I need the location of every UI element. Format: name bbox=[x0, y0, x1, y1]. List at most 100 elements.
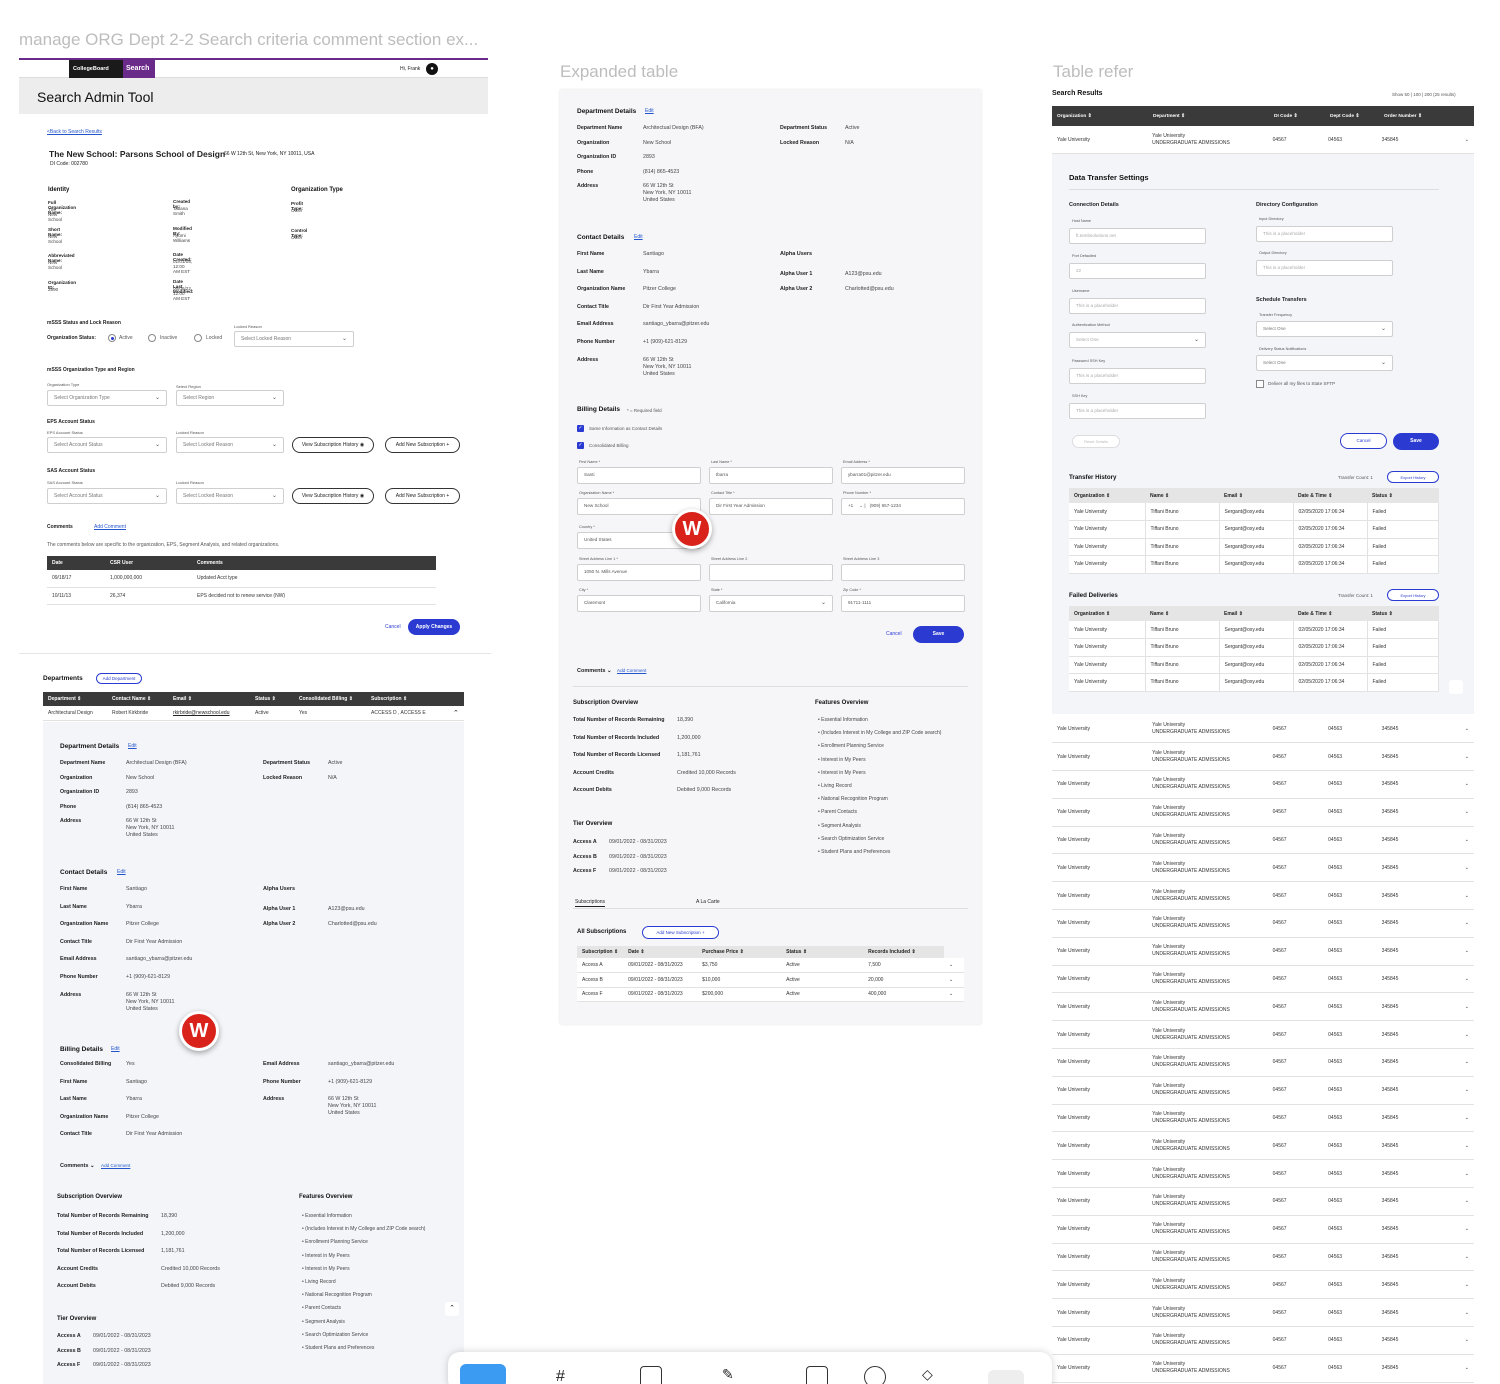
form-field[interactable]: This is a placeholder bbox=[1256, 226, 1393, 242]
chevron-down-icon[interactable]: ⌄ bbox=[1459, 1020, 1474, 1050]
org-type-select[interactable]: Select Organization Type ⌄ bbox=[47, 390, 167, 406]
table-row[interactable]: Yale University Yale University UNDERGRADU… bbox=[1052, 126, 1474, 155]
chevron-down-icon[interactable]: ⌄ bbox=[1459, 1215, 1474, 1244]
chevron-down-icon[interactable]: ⌄ bbox=[1459, 1243, 1474, 1272]
cancel-button[interactable]: Cancel bbox=[886, 631, 902, 637]
column-header[interactable]: Dept Code ⇕ bbox=[1325, 106, 1379, 126]
form-field[interactable]: Claremont bbox=[577, 595, 701, 612]
tab-subscriptions[interactable]: Subscriptions bbox=[575, 899, 606, 907]
edit-department-link[interactable]: Edit bbox=[645, 108, 654, 114]
apply-changes-button[interactable]: Apply Changes bbox=[408, 619, 460, 635]
phone-country-code[interactable]: +1 bbox=[848, 503, 853, 508]
chevron-down-icon[interactable]: ⌄ bbox=[1459, 742, 1474, 772]
table-row[interactable]: Yale University Yale University UNDERGRADU… bbox=[1052, 1131, 1474, 1161]
chevron-down-icon[interactable]: ⌄ bbox=[1459, 715, 1474, 744]
form-select[interactable]: Select One ⌄ bbox=[1256, 321, 1393, 337]
table-row[interactable]: Yale University Yale University UNDERGRADU… bbox=[1052, 1215, 1474, 1244]
col-consolidated-billing[interactable]: Consolidated Billing ⇕ bbox=[294, 692, 366, 706]
table-row[interactable]: Architectural Design Robert Kirkbride rk… bbox=[43, 706, 464, 721]
form-select[interactable]: Select One ⌄ bbox=[1256, 355, 1393, 371]
scroll-top-icon[interactable] bbox=[1449, 680, 1463, 694]
collegeboard-logo[interactable]: CollegeBoard bbox=[69, 60, 123, 78]
chevron-down-icon[interactable]: ⌄ bbox=[1459, 826, 1474, 855]
chevron-down-icon[interactable]: ⌄ bbox=[1459, 1326, 1474, 1355]
column-header[interactable]: Status ⇕ bbox=[781, 946, 864, 958]
edit-contact-link[interactable]: Edit bbox=[117, 869, 126, 875]
region-select[interactable]: Select Region ⌄ bbox=[176, 390, 284, 406]
export-history-button[interactable]: Export History bbox=[1387, 471, 1439, 483]
chevron-down-icon[interactable]: ⌄ bbox=[1459, 853, 1474, 883]
table-row[interactable]: Yale University Yale University UNDERGRADU… bbox=[1052, 965, 1474, 994]
chevron-up-icon[interactable]: ⌃ bbox=[453, 709, 459, 717]
table-row[interactable]: Access F 09/01/2022 - 08/31/2023 $200,000 A… bbox=[577, 987, 964, 1002]
col-contact-name[interactable]: Contact Name ⇕ bbox=[107, 692, 168, 706]
form-field[interactable]: 91711-1111 bbox=[841, 595, 965, 612]
table-row[interactable]: Yale University Tiffani Bruno Sergant@oxy.… bbox=[1069, 673, 1439, 692]
eps-locked-select[interactable]: Select Locked Reason ⌄ bbox=[176, 437, 284, 453]
table-row[interactable]: Yale University Yale University UNDERGRADU… bbox=[1052, 1270, 1474, 1300]
chevron-down-icon[interactable]: ⌄ bbox=[1459, 965, 1474, 994]
w-badge-icon[interactable]: W bbox=[672, 509, 712, 549]
radio-inactive[interactable] bbox=[148, 334, 156, 342]
column-header[interactable]: Date ⇕ bbox=[623, 946, 698, 958]
edit-billing-link[interactable]: Edit bbox=[111, 1046, 120, 1052]
chevron-down-icon[interactable]: ⌄ bbox=[1459, 1048, 1474, 1077]
table-row[interactable]: Yale University Yale University UNDERGRADU… bbox=[1052, 1104, 1474, 1133]
save-button[interactable]: Save bbox=[913, 626, 964, 643]
column-header[interactable]: Order Number ⇕ bbox=[1379, 106, 1463, 126]
comment-tool-icon[interactable] bbox=[864, 1366, 886, 1384]
sas-view-history-button[interactable]: View Subscription History ◉ bbox=[292, 488, 374, 504]
column-header[interactable]: Name ⇕ bbox=[1145, 488, 1219, 503]
consolidated-billing-checkbox[interactable]: ✓ bbox=[577, 442, 584, 449]
column-header[interactable]: Organization ⇕ bbox=[1052, 106, 1148, 126]
sas-add-subscription-button[interactable]: Add New Subscription + bbox=[385, 488, 460, 504]
add-department-button[interactable]: Add Department bbox=[96, 673, 142, 684]
table-row[interactable]: Yale University Tiffani Bruno Sergant@oxy.… bbox=[1069, 538, 1439, 556]
chevron-down-icon[interactable]: ⌄ bbox=[1459, 909, 1474, 938]
chevron-down-icon[interactable]: ⌄ bbox=[1459, 1076, 1474, 1105]
export-history-button[interactable]: Export History bbox=[1387, 589, 1439, 601]
eps-status-select[interactable]: Select Account Status ⌄ bbox=[47, 437, 167, 453]
col-date[interactable]: Date bbox=[47, 556, 105, 570]
col-csr-user[interactable]: CSR User bbox=[105, 556, 192, 570]
table-row[interactable]: Yale University Yale University UNDERGRADU… bbox=[1052, 1298, 1474, 1328]
table-row[interactable]: Yale University Yale University UNDERGRADU… bbox=[1052, 1243, 1474, 1272]
table-row[interactable]: Yale University Yale University UNDERGRADU… bbox=[1052, 881, 1474, 911]
user-avatar-icon[interactable]: ● bbox=[426, 63, 438, 75]
column-header[interactable]: Department ⇕ bbox=[1148, 106, 1269, 126]
form-field[interactable]: 1050 N. Mills Avenue bbox=[577, 564, 701, 581]
form-field[interactable]: Dir First Year Admission bbox=[709, 498, 833, 515]
chevron-down-icon[interactable]: ⌄ bbox=[1459, 126, 1474, 155]
w-badge-icon[interactable]: W bbox=[179, 1011, 219, 1051]
form-field[interactable]: Ibarra bbox=[709, 467, 833, 484]
column-header[interactable]: Records Included ⇕ bbox=[863, 946, 945, 958]
form-field[interactable]: 22 bbox=[1069, 263, 1206, 279]
add-comment-link[interactable]: Add Comment bbox=[617, 668, 646, 673]
column-header[interactable]: Organization ⇕ bbox=[1069, 606, 1145, 621]
column-header[interactable]: Status ⇕ bbox=[1367, 606, 1439, 621]
eps-view-history-button[interactable]: View Subscription History ◉ bbox=[292, 437, 374, 453]
eps-add-subscription-button[interactable]: Add New Subscription + bbox=[385, 437, 460, 453]
column-header[interactable]: Date & Time ⇕ bbox=[1293, 606, 1367, 621]
col-comments[interactable]: Comments bbox=[192, 556, 436, 570]
sas-status-select[interactable]: Select Account Status ⌄ bbox=[47, 488, 167, 504]
chevron-down-icon[interactable]: ⌄ bbox=[1459, 798, 1474, 827]
table-row[interactable]: Yale University Yale University UNDERGRADU… bbox=[1052, 1076, 1474, 1105]
reset-details-button[interactable]: Reset Details bbox=[1072, 435, 1120, 448]
form-field[interactable] bbox=[709, 564, 833, 581]
form-field[interactable]: This is a placeholder bbox=[1069, 298, 1206, 314]
form-field[interactable]: ybarra01@pitzer.edu bbox=[841, 467, 965, 484]
sas-locked-select[interactable]: Select Locked Reason ⌄ bbox=[176, 488, 284, 504]
column-header[interactable]: Email ⇕ bbox=[1219, 606, 1293, 621]
pointer-tool-icon[interactable] bbox=[460, 1364, 506, 1384]
form-field[interactable]: ft.tembsolutions.net bbox=[1069, 228, 1206, 244]
form-field[interactable]: Select One ⌄ bbox=[1069, 332, 1206, 348]
chevron-down-icon[interactable]: ⌄ bbox=[1459, 1354, 1474, 1383]
column-header[interactable]: Purchase Price ⇕ bbox=[697, 946, 782, 958]
deliver-all-checkbox[interactable] bbox=[1256, 380, 1264, 388]
search-tab[interactable]: Search bbox=[123, 60, 155, 78]
add-comment-link[interactable]: Add Comment bbox=[94, 524, 126, 530]
table-row[interactable]: Access A 09/01/2022 - 08/31/2023 $3,750 Act… bbox=[577, 958, 964, 973]
dev-mode-toggle[interactable] bbox=[988, 1370, 1024, 1384]
table-row[interactable]: Yale University Yale University UNDERGRADU… bbox=[1052, 1020, 1474, 1050]
